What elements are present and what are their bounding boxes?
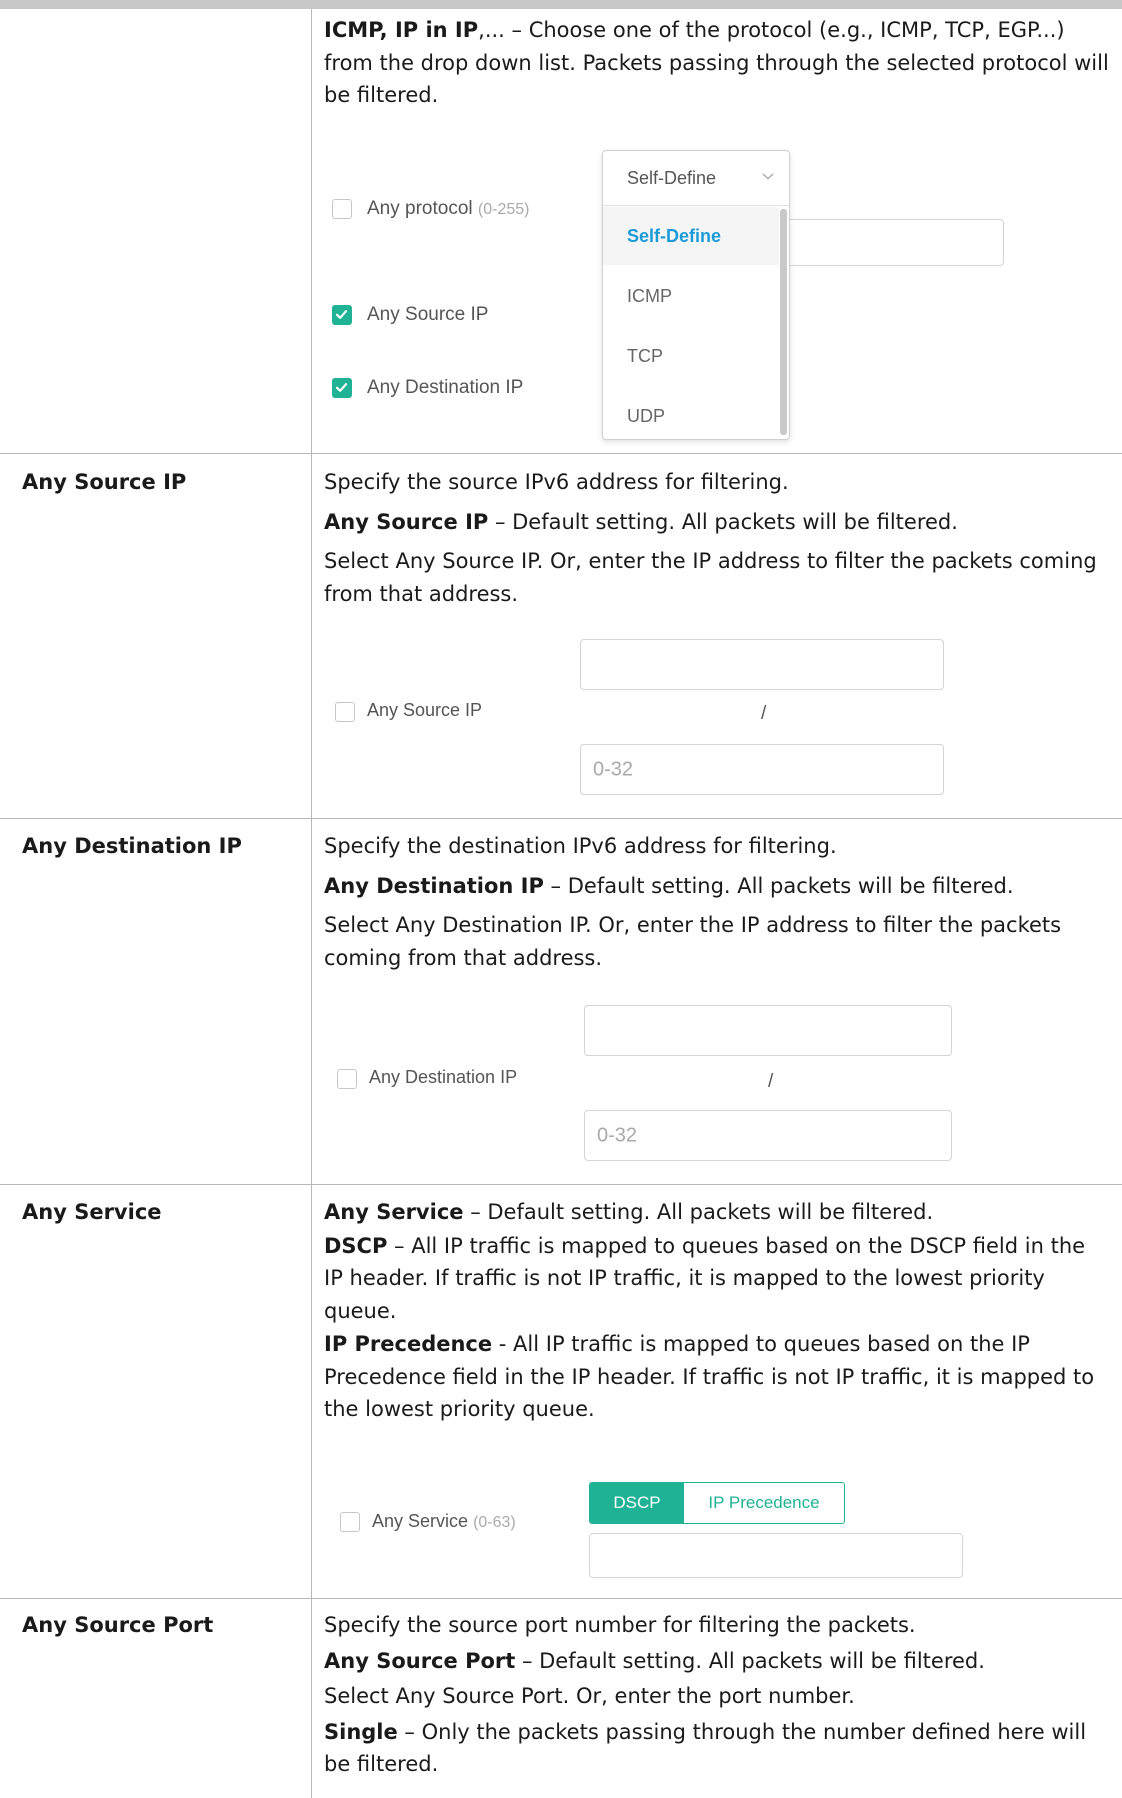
description-line: IP Precedence - All IP traffic is mapped…: [324, 1332, 1095, 1421]
protocol-dropdown[interactable]: Self-Define Self-Define ICMP TCP UDP: [602, 150, 790, 440]
any-protocol-text: Any protocol: [367, 198, 473, 219]
dropdown-scrollbar[interactable]: [780, 209, 787, 435]
any-destination-ip-checkbox[interactable]: [337, 1069, 357, 1089]
protocol-term: ICMP, IP in IP: [324, 18, 479, 42]
source-ip-prefix-input[interactable]: 0-32: [580, 744, 944, 795]
check-icon: [335, 310, 348, 319]
any-service-label: Any Service (0-63): [372, 1511, 516, 1532]
protocol-select[interactable]: Self-Define: [603, 151, 789, 206]
row-divider: [0, 453, 1122, 454]
tab-dscp[interactable]: DSCP: [590, 1483, 684, 1523]
any-destination-ip-description: Specify the destination IPv6 address for…: [324, 830, 1110, 974]
row-divider: [0, 818, 1122, 819]
description-line: Specify the destination IPv6 address for…: [324, 834, 837, 858]
row-label-any-destination-ip: Any Destination IP: [22, 834, 242, 858]
protocol-option[interactable]: ICMP: [603, 267, 779, 325]
column-divider: [311, 9, 312, 1798]
prefix-separator: /: [761, 703, 767, 724]
tab-ip-precedence[interactable]: IP Precedence: [684, 1483, 844, 1523]
description-line: Any Source IP – Default setting. All pac…: [324, 509, 958, 534]
description-line: Specify the source IPv6 address for filt…: [324, 470, 789, 494]
any-source-ip-label: Any Source IP: [367, 700, 483, 720]
source-ip-address-input[interactable]: [580, 639, 944, 690]
any-service-text: Any Service: [372, 1511, 469, 1531]
any-service-description: Any Service – Default setting. All packe…: [324, 1196, 1110, 1426]
description-line: Any Destination IP – Default setting. Al…: [324, 873, 1014, 898]
top-border: [0, 0, 1122, 9]
service-type-toggle[interactable]: DSCP IP Precedence: [589, 1482, 845, 1524]
chevron-down-icon: [762, 173, 774, 180]
any-source-ip-checkbox[interactable]: [335, 702, 355, 722]
any-destination-ip-checkbox[interactable]: [332, 378, 352, 398]
row-label-any-service: Any Service: [22, 1200, 162, 1224]
any-protocol-range: (0-255): [477, 201, 530, 218]
any-source-ip-label: Any Source IP: [367, 304, 489, 325]
any-protocol-checkbox[interactable]: [332, 199, 352, 219]
check-icon: [335, 383, 348, 392]
row-divider: [0, 1598, 1122, 1599]
any-service-checkbox[interactable]: [340, 1512, 360, 1532]
protocol-option[interactable]: TCP: [603, 327, 779, 385]
any-destination-ip-label: Any Destination IP: [367, 377, 524, 398]
protocol-option[interactable]: UDP: [603, 387, 779, 445]
row-label-any-source-ip: Any Source IP: [22, 470, 187, 494]
protocol-number-input[interactable]: [770, 219, 1004, 266]
row-divider: [0, 1184, 1122, 1185]
description-line: Select Any Destination IP. Or, enter the…: [324, 913, 1062, 970]
protocol-select-value: Self-Define: [627, 168, 717, 188]
protocol-option[interactable]: Self-Define: [603, 207, 779, 265]
protocol-description: ICMP, IP in IP,... – Choose one of the p…: [324, 14, 1110, 112]
prefix-placeholder: 0-32: [593, 758, 634, 780]
service-value-input[interactable]: [589, 1533, 963, 1578]
any-service-range: (0-63): [473, 1514, 516, 1531]
description-line: Select Any Source IP. Or, enter the IP a…: [324, 549, 1097, 606]
prefix-separator: /: [768, 1071, 774, 1092]
description-line: Any Service – Default setting. All packe…: [324, 1200, 934, 1224]
any-source-ip-checkbox[interactable]: [332, 305, 352, 325]
destination-ip-prefix-input[interactable]: 0-32: [584, 1110, 952, 1161]
destination-ip-address-input[interactable]: [584, 1005, 952, 1056]
any-protocol-label: Any protocol (0-255): [367, 198, 529, 220]
description-line: Specify the source port number for filte…: [324, 1613, 916, 1637]
any-destination-ip-label: Any Destination IP: [369, 1067, 518, 1087]
row-label-any-source-port: Any Source Port: [22, 1613, 214, 1637]
description-line: Single – Only the packets passing throug…: [324, 1719, 1087, 1777]
prefix-placeholder: 0-32: [597, 1124, 638, 1146]
description-line: Select Any Source Port. Or, enter the po…: [324, 1684, 855, 1708]
description-line: Any Source Port – Default setting. All p…: [324, 1648, 985, 1673]
any-source-ip-description: Specify the source IPv6 address for filt…: [324, 466, 1110, 610]
description-line: DSCP – All IP traffic is mapped to queue…: [324, 1233, 1086, 1323]
any-source-port-description: Specify the source port number for filte…: [324, 1609, 1110, 1781]
